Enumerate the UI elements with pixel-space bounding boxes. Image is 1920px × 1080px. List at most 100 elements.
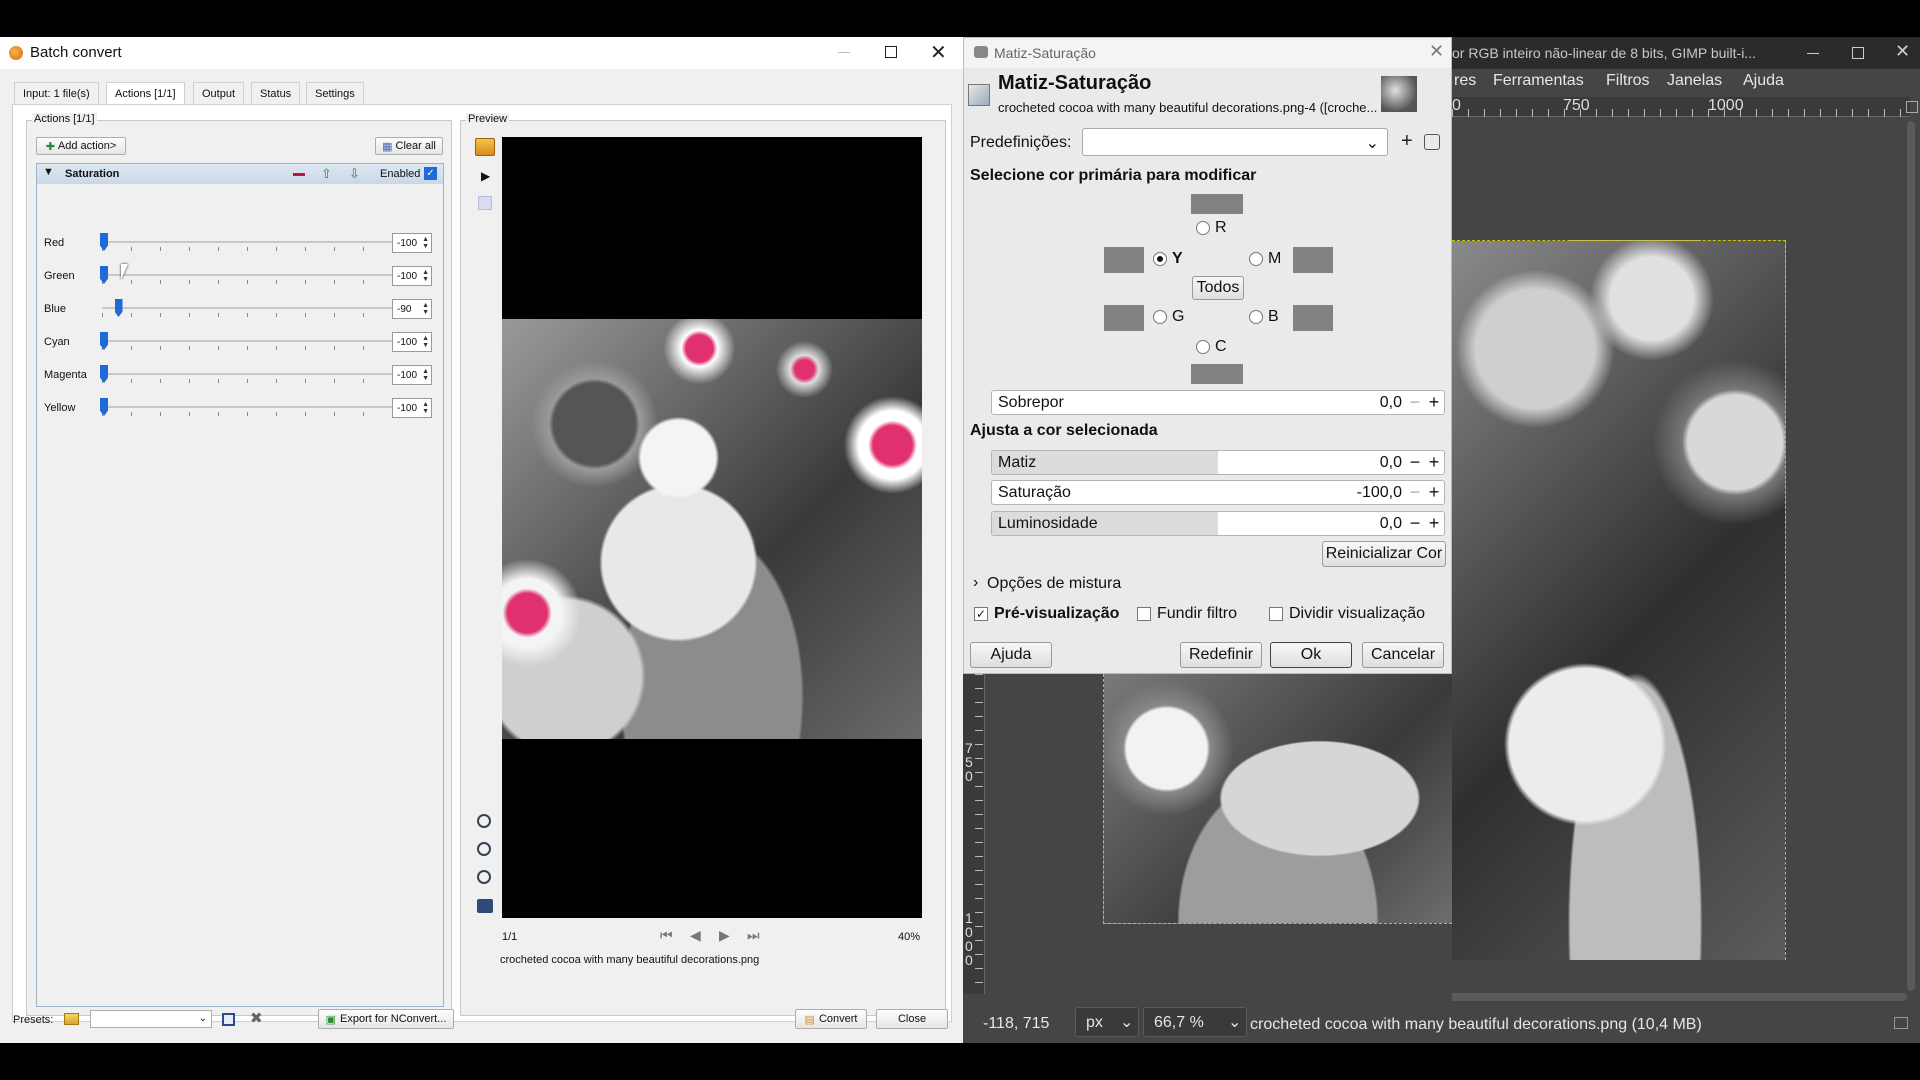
overlap-spin[interactable]: Sobrepor 0,0 − + [991,390,1445,415]
expander-arrow-icon[interactable]: › [973,574,978,592]
convert-button[interactable]: ▤ Convert [795,1009,867,1029]
slider-track[interactable] [102,274,392,276]
slider-track[interactable] [102,307,392,309]
vertical-scrollbar[interactable] [1907,121,1915,991]
zoom-select[interactable]: 66,7 % ⌄ [1143,1007,1247,1037]
slider-value-spin[interactable]: -100 ▲ ▼ [392,266,432,286]
slider-track[interactable] [102,340,392,342]
clear-all-button[interactable]: ▦ Clear all [375,137,443,155]
nav-corner-icon[interactable] [1906,101,1918,113]
radio-b[interactable]: B [1249,308,1279,326]
gimp-minimize-icon[interactable] [1807,53,1819,54]
tab-actions[interactable]: Actions [1/1] [106,82,185,104]
first-page-icon[interactable]: ⏮ [660,927,673,944]
reset-button[interactable]: Redefinir [1180,642,1262,668]
play-icon[interactable]: ▶ [481,169,490,183]
saturation-spin[interactable]: Saturação -100,0 − + [991,480,1445,505]
move-down-icon[interactable]: ⇩ [349,166,360,182]
last-page-icon[interactable]: ⏭ [747,927,760,944]
presets-folder-icon[interactable] [64,1013,79,1025]
lightness-spin[interactable]: Luminosidade 0,0 − + [991,511,1445,536]
zoom-in-icon[interactable] [477,814,491,828]
add-preset-icon[interactable]: + [1401,130,1413,153]
add-action-button[interactable]: ✚ Add action> [36,137,126,155]
merge-filter-label: Fundir filtro [1157,605,1238,622]
radio-c[interactable]: C [1196,338,1227,356]
close-button[interactable]: Close [876,1009,948,1029]
move-up-icon[interactable]: ⇧ [321,166,332,182]
hue-spin[interactable]: Matiz 0,0 − + [991,450,1445,475]
menu-item-janelas[interactable]: Janelas [1667,72,1722,90]
help-button[interactable]: Ajuda [970,642,1052,668]
slider-track[interactable] [102,241,392,243]
zoom-out-icon[interactable] [477,842,491,856]
presets-combo[interactable]: ⌄ [1082,128,1388,156]
spin-arrows-icon[interactable]: ▲ ▼ [422,368,429,382]
slider-value-spin[interactable]: -100 ▲ ▼ [392,398,432,418]
tab-settings[interactable]: Settings [306,82,364,104]
reset-color-button[interactable]: Reinicializar Cor [1322,541,1446,567]
saturation-plus[interactable]: + [1425,481,1443,504]
lightness-plus[interactable]: + [1425,512,1443,535]
export-nconvert-button[interactable]: ▣ Export for NConvert... [318,1009,454,1029]
spin-arrows-icon[interactable]: ▲ ▼ [422,335,429,349]
gimp-close-icon[interactable]: ✕ [1895,41,1910,62]
menu-item-filtros[interactable]: Filtros [1606,72,1650,90]
split-view-checkbox[interactable]: Dividir visualização [1269,605,1425,623]
preset-menu-icon[interactable] [1424,134,1440,150]
compare-icon[interactable] [478,196,492,210]
ok-button[interactable]: Ok [1270,642,1352,668]
radio-m[interactable]: M [1249,250,1281,268]
tab-input[interactable]: Input: 1 file(s) [14,82,99,104]
menu-item-cores[interactable]: res [1454,72,1476,90]
hue-minus[interactable]: − [1406,451,1424,474]
spin-arrows-icon[interactable]: ▲ ▼ [422,401,429,415]
delete-preset-icon[interactable]: ✖ [250,1009,263,1027]
radio-r[interactable]: R [1196,219,1227,237]
next-page-icon[interactable]: ▶ [719,927,730,944]
remove-action-icon[interactable] [293,173,305,176]
maximize-icon[interactable] [885,46,897,58]
radio-g[interactable]: G [1153,308,1184,326]
presets-select[interactable]: ⌄ [90,1010,212,1028]
preview-checkbox[interactable]: ✓ Pré-visualização [974,605,1119,623]
lightness-minus[interactable]: − [1406,512,1424,535]
gimp-status-icon[interactable] [1894,1017,1908,1029]
overlap-minus[interactable]: − [1406,391,1424,414]
all-colors-button[interactable]: Todos [1192,276,1244,300]
saturation-minus[interactable]: − [1406,481,1424,504]
menu-item-ferramentas[interactable]: Ferramentas [1493,72,1584,90]
cancel-button[interactable]: Cancelar [1362,642,1444,668]
slider-value-spin[interactable]: -100 ▲ ▼ [392,233,432,253]
overlap-plus[interactable]: + [1425,391,1443,414]
merge-filter-checkbox[interactable]: Fundir filtro [1137,605,1237,623]
tab-output[interactable]: Output [193,82,245,104]
dialog-close-icon[interactable]: ✕ [1429,41,1444,62]
slider-value-spin[interactable]: -100 ▲ ▼ [392,365,432,385]
gimp-maximize-icon[interactable] [1852,47,1864,59]
slider-value-spin[interactable]: -90 ▲ ▼ [392,299,432,319]
spin-arrows-icon[interactable]: ▲ ▼ [422,302,429,316]
spin-arrows-icon[interactable]: ▲ ▼ [422,236,429,250]
menu-item-ajuda[interactable]: Ajuda [1743,72,1784,90]
reset-color-label: Reinicializar Cor [1325,545,1443,562]
minimize-icon[interactable] [838,52,850,53]
blend-options-expander[interactable]: Opções de mistura [987,575,1121,593]
tab-status[interactable]: Status [251,82,301,104]
zoom-fit-icon[interactable] [477,870,491,884]
enabled-checkbox[interactable]: ✓ [424,167,437,180]
preview-load-icon[interactable] [475,138,495,156]
collapse-triangle-icon[interactable]: ▼ [43,166,54,178]
close-icon[interactable]: ✕ [930,40,947,65]
unit-select[interactable]: px ⌄ [1075,1007,1139,1037]
saturation-action-header[interactable]: ▼ Saturation ⇧ ⇩ Enabled ✓ [37,164,443,184]
spin-arrows-icon[interactable]: ▲ ▼ [422,269,429,283]
slider-track[interactable] [102,373,392,375]
slider-track[interactable] [102,406,392,408]
prev-page-icon[interactable]: ◀ [690,927,701,944]
zoom-actual-icon[interactable] [477,899,493,913]
radio-y[interactable]: Y [1153,250,1183,268]
slider-value-spin[interactable]: -100 ▲ ▼ [392,332,432,352]
hue-plus[interactable]: + [1425,451,1443,474]
save-preset-icon[interactable] [222,1013,235,1026]
